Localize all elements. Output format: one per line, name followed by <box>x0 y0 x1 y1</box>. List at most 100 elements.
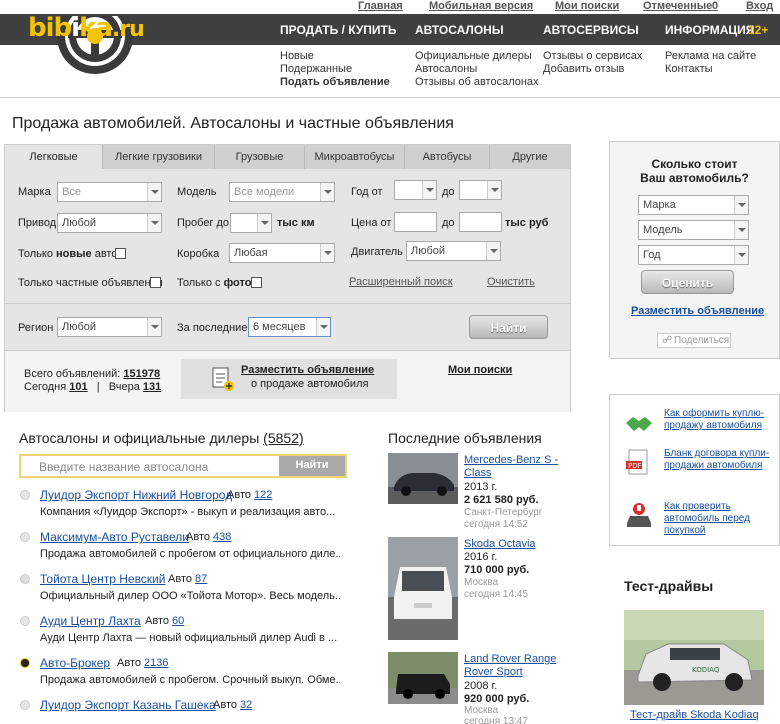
year-from-select[interactable] <box>394 180 437 200</box>
car-photo[interactable] <box>388 652 458 704</box>
valuation-model-value: Модель <box>643 224 683 236</box>
only-new-checkbox[interactable] <box>115 248 126 259</box>
tab-light-trucks[interactable]: Легкие грузовики <box>103 145 215 169</box>
site-logo[interactable]: bibika.ru <box>28 13 145 43</box>
ad-time: сегодня 14:52 <box>464 519 528 530</box>
valuation-brand-select[interactable]: Марка <box>638 195 749 215</box>
dealers-count[interactable]: (5852) <box>263 430 303 446</box>
price-from-input[interactable] <box>394 212 437 232</box>
subnav-official-dealers[interactable]: Официальные дилеры <box>415 50 539 63</box>
testdrive-photo[interactable]: KODIAQ <box>624 610 764 705</box>
dealers-heading: Автосалоны и официальные дилеры (5852) <box>19 430 304 446</box>
year-to-select[interactable] <box>459 180 502 200</box>
nav-services[interactable]: АВТОСЕРВИСЫ <box>543 23 639 37</box>
today-value[interactable]: 101 <box>69 381 87 393</box>
only-private-checkbox[interactable] <box>150 277 161 288</box>
dealer-link[interactable]: Ауди Центр Лахта <box>40 614 141 628</box>
testdrive-link[interactable]: Тест-драйв Skoda Kodiaq <box>630 709 759 721</box>
ad-year: 2013 г. <box>464 481 498 493</box>
advanced-search-link[interactable]: Расширенный поиск <box>349 276 453 288</box>
clear-link[interactable]: Очистить <box>487 276 535 288</box>
gearbox-select[interactable]: Любая <box>229 243 335 263</box>
dealer-search-input[interactable]: Введите название автосалона <box>39 460 208 474</box>
tab-trucks[interactable]: Грузовые <box>215 145 305 169</box>
chevron-down-icon <box>147 214 161 232</box>
dealer-link[interactable]: Максимум-Авто Руставели <box>40 530 189 544</box>
total-value[interactable]: 151978 <box>123 368 160 380</box>
tab-buses[interactable]: Автобусы <box>405 145 490 169</box>
dealer-link[interactable]: Луидор Экспорт Казань Гашека <box>40 698 216 712</box>
logo-part: i <box>71 13 80 43</box>
auto-count-link[interactable]: 2136 <box>144 657 168 669</box>
engine-select[interactable]: Любой <box>406 241 501 261</box>
ad-title-link[interactable]: Land Rover Range Rover Sport <box>464 653 574 679</box>
post-ad-link-side[interactable]: Разместить объявление <box>631 305 764 317</box>
guide-link[interactable]: Бланк договора купли-продажи автомобиля <box>664 448 774 472</box>
dealer-link[interactable]: Луидор Экспорт Нижний Новгород <box>40 488 232 502</box>
dealer-description: Ауди Центр Лахта — новый официальный дил… <box>40 632 338 644</box>
valuate-button[interactable]: Оценить <box>641 270 734 294</box>
drive-value: Любой <box>62 217 97 229</box>
post-ad-link[interactable]: Разместить объявление <box>241 364 374 376</box>
tab-minibuses[interactable]: Микроавтобусы <box>305 145 405 169</box>
share-button[interactable]: ☍ Поделиться <box>657 333 731 348</box>
nav-sell-buy[interactable]: ПРОДАТЬ / КУПИТЬ <box>280 23 397 37</box>
search-find-button[interactable]: Найти <box>469 315 548 339</box>
kodiaq-plate: KODIAQ <box>692 666 720 674</box>
marked-link[interactable]: Отмеченные <box>643 0 712 12</box>
model-select[interactable]: Все модели <box>229 182 335 202</box>
dealer-search-button[interactable]: Найти <box>279 456 345 476</box>
my-searches-link[interactable]: Мои поиски <box>555 0 619 12</box>
auto-count-link[interactable]: 122 <box>254 489 272 501</box>
ad-time: сегодня 13:47 <box>464 716 528 724</box>
period-value: 6 месяцев <box>253 321 306 333</box>
mobile-version-link[interactable]: Мобильная версия <box>429 0 533 12</box>
valuation-year-select[interactable]: Год <box>638 245 749 265</box>
my-searches-button[interactable]: Мои поиски <box>448 364 512 376</box>
dealer-link[interactable]: Тойота Центр Невский <box>40 572 165 586</box>
subnav-contacts[interactable]: Контакты <box>665 63 756 76</box>
car-photo[interactable] <box>388 537 458 640</box>
brand-select[interactable]: Все <box>57 182 162 202</box>
auto-count-link[interactable]: 87 <box>195 573 207 585</box>
tab-other[interactable]: Другие <box>490 145 570 169</box>
subnav-add-review[interactable]: Добавить отзыв <box>543 63 642 76</box>
yesterday-value[interactable]: 131 <box>143 381 161 393</box>
subnav-new[interactable]: Новые <box>280 50 390 63</box>
tab-cars[interactable]: Легковые <box>5 145 103 169</box>
price-unit-bold: тыс руб <box>505 217 549 229</box>
home-link[interactable]: Главная <box>358 0 403 12</box>
dealer-link[interactable]: Авто-Брокер <box>40 656 110 670</box>
subnav-used[interactable]: Подержанные <box>280 63 390 76</box>
drive-select[interactable]: Любой <box>57 213 162 233</box>
subnav-post-ad[interactable]: Подать объявление <box>280 76 390 89</box>
only-photo-label: Только с фото <box>177 277 251 289</box>
subnav-info: Реклама на сайте Контакты <box>665 50 756 76</box>
car-photo[interactable] <box>388 453 458 504</box>
dealer-logo-icon <box>20 700 30 710</box>
login-link[interactable]: Вход <box>746 0 773 12</box>
nav-dealers[interactable]: АВТОСАЛОНЫ <box>415 23 504 37</box>
nav-info[interactable]: ИНФОРМАЦИЯ <box>665 23 754 37</box>
period-select[interactable]: 6 месяцев <box>248 317 331 337</box>
guide-link[interactable]: Как проверить автомобиль перед покупкой <box>664 501 774 537</box>
price-to-input[interactable] <box>459 212 502 232</box>
subnav-advertising[interactable]: Реклама на сайте <box>665 50 756 63</box>
mileage-unit-bold: тыс км <box>277 217 315 229</box>
auto-count-link[interactable]: 438 <box>213 531 231 543</box>
auto-count-link[interactable]: 32 <box>240 699 252 711</box>
ad-title-link[interactable]: Skoda Octavia <box>464 538 574 551</box>
car-photo-skoda <box>388 537 458 640</box>
auto-count-link[interactable]: 60 <box>172 615 184 627</box>
only-photo-checkbox[interactable] <box>251 277 262 288</box>
mileage-select[interactable] <box>230 213 272 233</box>
region-select[interactable]: Любой <box>57 317 162 337</box>
ad-title-link[interactable]: Mercedes-Benz S - Class <box>464 454 574 480</box>
valuation-model-select[interactable]: Модель <box>638 220 749 240</box>
subnav-autosalons[interactable]: Автосалоны <box>415 63 539 76</box>
subnav-service-reviews[interactable]: Отзывы о сервисах <box>543 50 642 63</box>
guide-link[interactable]: Как оформить куплю-продажу автомобиля <box>664 408 774 432</box>
subnav-dealer-reviews[interactable]: Отзывы об автосалонах <box>415 76 539 89</box>
dealer-auto-count: Авто 32 <box>213 699 252 711</box>
marked-count[interactable]: 0 <box>712 0 718 12</box>
